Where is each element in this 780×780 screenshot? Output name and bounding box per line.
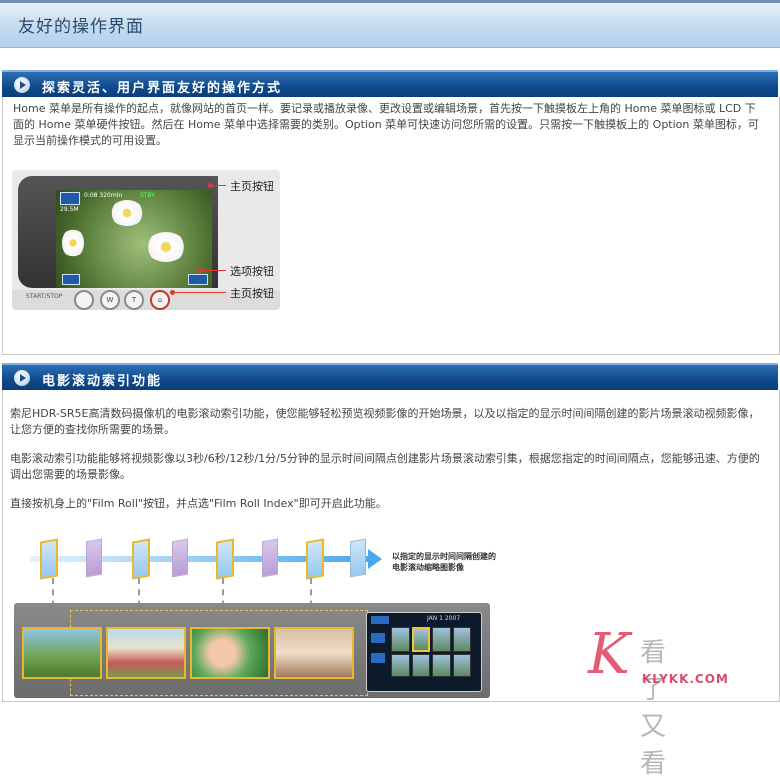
keyframe xyxy=(132,538,150,580)
keyframe xyxy=(216,538,234,580)
thumbnail-family-park[interactable] xyxy=(22,627,102,679)
grid-thumb-selected[interactable] xyxy=(411,627,430,652)
record-button[interactable] xyxy=(74,290,94,310)
keyframe xyxy=(306,538,324,580)
zoom-w-button[interactable]: W xyxy=(100,290,120,310)
frame xyxy=(262,538,278,578)
home-hardware-button[interactable]: ⌂ xyxy=(150,290,170,310)
film-icon[interactable] xyxy=(62,274,80,285)
section-paragraph: Home 菜单是所有操作的起点，就像网站的首页一样。要记录或播放录像、更改设置或… xyxy=(13,102,759,147)
frame xyxy=(172,538,188,578)
grid-thumb[interactable] xyxy=(391,627,410,652)
diagram-annotation: 以指定的显示时间间隔创建的 电影滚动缩略图影像 xyxy=(392,551,496,573)
keyframe xyxy=(40,538,58,580)
section-header-film-roll: 电影滚动索引功能 xyxy=(2,363,778,392)
callout-home-button: 主页按钮 xyxy=(230,180,274,193)
thumbnail-children[interactable] xyxy=(190,627,270,679)
callout-option-button: 选项按钮 xyxy=(230,265,274,278)
page-title: 友好的操作界面 xyxy=(18,17,144,37)
banner-stripe xyxy=(0,0,780,3)
thumbnail-family-home[interactable] xyxy=(274,627,354,679)
screen-status-time: 0:08 320min xyxy=(84,192,123,199)
section-paragraph: 直接按机身上的"Film Roll"按钮，并点选"Film Roll Index… xyxy=(10,497,387,510)
callout-home-hardware-button: 主页按钮 xyxy=(230,287,274,300)
grid-thumb[interactable] xyxy=(391,654,410,677)
lcd-screen: 0:08 320min STBY 29.5M xyxy=(56,190,212,288)
grid-thumb[interactable] xyxy=(432,627,451,652)
thumbnail-grid xyxy=(391,627,471,677)
thumbnail-picnic[interactable] xyxy=(106,627,186,679)
frame xyxy=(86,538,102,578)
grid-thumb[interactable] xyxy=(452,654,471,677)
section-title: 探索灵活、用户界面友好的操作方式 xyxy=(42,81,283,96)
flower-image xyxy=(146,232,186,262)
screen-status-standby: STBY xyxy=(140,192,155,199)
next-arrow-icon[interactable] xyxy=(371,653,385,663)
screen-status-size: 29.5M xyxy=(60,206,79,213)
watermark-chinese: 看了又看 xyxy=(640,638,671,779)
index-date: JAN 1 2007 xyxy=(427,615,461,622)
flower-image xyxy=(62,228,84,258)
section-paragraph: 索尼HDR-SR5E高清数码摄像机的电影滚动索引功能，使您能够轻松预览视频影像的… xyxy=(10,407,760,436)
section-title: 电影滚动索引功能 xyxy=(42,374,163,389)
watermark-url: KLYKK.COM xyxy=(642,672,729,686)
section-paragraph: 电影滚动索引功能能够将视频影像以3秒/6秒/12秒/1分/5分钟的显示时间间隔点… xyxy=(10,452,760,481)
home-icon[interactable] xyxy=(371,616,389,624)
grid-thumb[interactable] xyxy=(452,627,471,652)
film-roll-index-screen: JAN 1 2007 xyxy=(366,612,482,692)
option-icon[interactable] xyxy=(188,274,208,285)
callout-line xyxy=(212,185,226,186)
prev-arrow-icon[interactable] xyxy=(371,633,385,643)
callout-line xyxy=(174,292,226,293)
home-icon[interactable] xyxy=(60,192,80,205)
frame xyxy=(350,538,366,578)
callout-line xyxy=(202,270,226,271)
grid-thumb[interactable] xyxy=(432,654,451,677)
frame-sequence xyxy=(20,538,380,580)
play-bullet-icon xyxy=(14,77,30,93)
page-banner: 友好的操作界面 xyxy=(0,0,780,48)
watermark-logo-letter: K xyxy=(588,622,630,687)
flower-image xyxy=(110,200,144,226)
section-header-ui: 探索灵活、用户界面友好的操作方式 xyxy=(2,70,778,99)
start-stop-label: START/STOP xyxy=(26,293,63,300)
grid-thumb[interactable] xyxy=(411,654,430,677)
annotation-line: 电影滚动缩略图影像 xyxy=(392,563,464,572)
play-bullet-icon xyxy=(14,370,30,386)
zoom-t-button[interactable]: T xyxy=(124,290,144,310)
annotation-line: 以指定的显示时间间隔创建的 xyxy=(392,552,496,561)
